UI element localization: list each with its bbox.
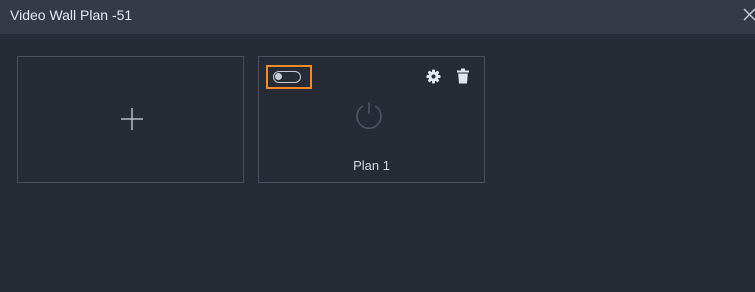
- close-button[interactable]: [742, 6, 755, 22]
- plan-enable-toggle[interactable]: [266, 65, 312, 89]
- dialog-title: Video Wall Plan -51: [10, 7, 133, 23]
- plus-icon: [121, 108, 143, 130]
- toggle-knob: [275, 73, 282, 80]
- plan-grid: Plan 1: [8, 34, 755, 292]
- plan-name: Plan 1: [353, 158, 390, 173]
- power-icon: [356, 102, 382, 129]
- dialog-titlebar: Video Wall Plan -51: [0, 0, 755, 34]
- video-wall-plan-dialog: Video Wall Plan -51 Plan 1: [0, 0, 755, 292]
- gear-icon: [426, 69, 441, 84]
- close-icon: [743, 8, 755, 21]
- plan-settings-button[interactable]: [426, 69, 441, 84]
- trash-icon: [457, 68, 469, 84]
- plan-card: Plan 1: [258, 56, 485, 183]
- toggle-switch-icon: [273, 71, 301, 83]
- plan-delete-button[interactable]: [457, 68, 469, 84]
- add-plan-card[interactable]: [17, 56, 244, 183]
